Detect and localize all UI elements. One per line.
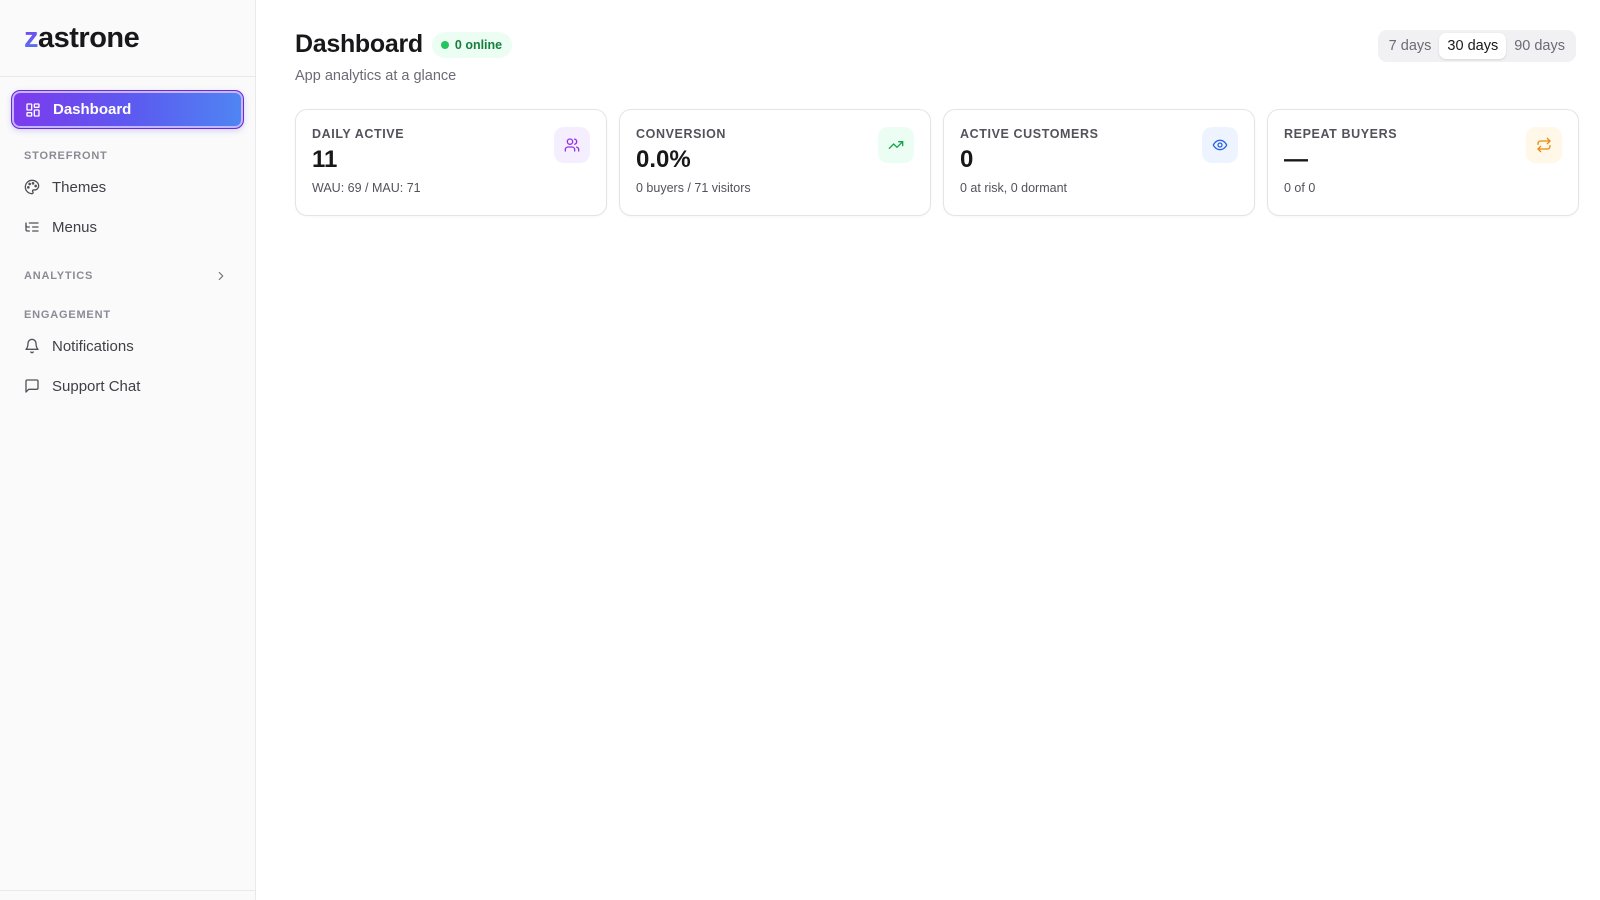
page-title: Dashboard [295, 30, 423, 58]
brand-header: zastrone [0, 0, 255, 77]
eye-icon [1202, 127, 1238, 163]
card-value: 0 [960, 146, 974, 173]
list-tree-icon [24, 219, 40, 235]
card-label: ACTIVE CUSTOMERS [960, 127, 1099, 141]
card-value: — [1284, 146, 1308, 173]
section-toggle-analytics[interactable]: ANALYTICS [11, 269, 244, 283]
sidebar-item-support-chat[interactable]: Support Chat [11, 366, 244, 406]
card-value: 0.0% [636, 146, 691, 173]
sidebar-item-label: Menus [52, 218, 98, 236]
card-label: REPEAT BUYERS [1284, 127, 1398, 141]
palette-icon [24, 179, 40, 195]
sidebar-item-themes[interactable]: Themes [11, 167, 244, 207]
date-range-selector: 7 days 30 days 90 days [1377, 30, 1576, 62]
brand-logo[interactable]: zastrone [24, 21, 140, 55]
metric-card-active-customers[interactable]: ACTIVE CUSTOMERS 0 0 at risk, 0 dormant [943, 109, 1255, 216]
brand-logo-mark: z [24, 21, 39, 54]
card-label: CONVERSION [636, 127, 727, 141]
online-count: 0 online [454, 37, 503, 52]
page-header: Dashboard 0 online App analytics at a gl… [295, 30, 513, 84]
sidebar-item-label: Notifications [52, 337, 134, 355]
card-label: DAILY ACTIVE [312, 127, 405, 141]
section-label-analytics: ANALYTICS [24, 270, 94, 282]
range-option-7-days[interactable]: 7 days [1381, 33, 1440, 59]
users-icon [554, 127, 590, 163]
sidebar: zastrone Dashboard STOREFRONT Themes Men… [0, 0, 256, 900]
dashboard-grid-icon [25, 102, 41, 118]
sidebar-footer [0, 890, 255, 900]
card-value: 11 [312, 146, 338, 173]
card-subtext: 0 buyers / 71 visitors [636, 181, 751, 195]
metric-card-conversion[interactable]: CONVERSION 0.0% 0 buyers / 71 visitors [619, 109, 931, 216]
online-dot-icon [440, 40, 449, 49]
range-option-30-days[interactable]: 30 days [1439, 33, 1507, 59]
chevron-right-icon [214, 269, 228, 283]
online-status-badge: 0 online [431, 31, 513, 58]
brand-logo-text: astrone [38, 21, 140, 54]
bell-icon [24, 338, 40, 354]
metric-card-repeat-buyers[interactable]: REPEAT BUYERS — 0 of 0 [1267, 109, 1579, 216]
sidebar-item-dashboard[interactable]: Dashboard [11, 90, 244, 129]
sidebar-item-notifications[interactable]: Notifications [11, 326, 244, 366]
section-label-storefront: STOREFRONT [24, 150, 108, 162]
metric-cards: DAILY ACTIVE 11 WAU: 69 / MAU: 71 CONVER… [295, 109, 1579, 216]
trending-up-icon [878, 127, 914, 163]
page-subtitle: App analytics at a glance [295, 68, 457, 84]
chat-bubble-icon [24, 378, 40, 394]
card-subtext: 0 of 0 [1284, 181, 1316, 195]
metric-card-daily-active[interactable]: DAILY ACTIVE 11 WAU: 69 / MAU: 71 [295, 109, 607, 216]
sidebar-nav: Dashboard STOREFRONT Themes Menus ANALYT… [0, 77, 255, 406]
sidebar-item-menus[interactable]: Menus [11, 207, 244, 247]
repeat-icon [1526, 127, 1562, 163]
range-option-90-days[interactable]: 90 days [1506, 33, 1573, 59]
sidebar-item-label: Dashboard [53, 101, 132, 118]
card-subtext: WAU: 69 / MAU: 71 [312, 181, 421, 195]
main-content: Dashboard 0 online App analytics at a gl… [256, 0, 1600, 900]
card-subtext: 0 at risk, 0 dormant [960, 181, 1067, 195]
sidebar-item-label: Themes [52, 178, 107, 196]
sidebar-item-label: Support Chat [52, 377, 141, 395]
section-label-engagement: ENGAGEMENT [24, 309, 111, 321]
